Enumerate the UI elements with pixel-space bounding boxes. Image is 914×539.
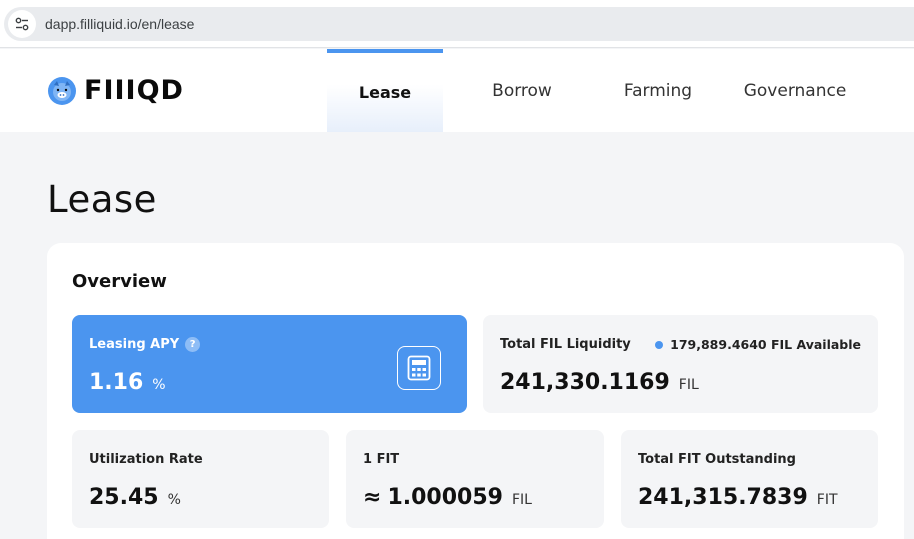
status-dot-icon bbox=[655, 340, 664, 349]
total-fil-liquidity-card: Total FIL Liquidity 179,889.4640 FIL Ava… bbox=[483, 315, 878, 413]
available-text: 179,889.4640 FIL Available bbox=[670, 337, 861, 352]
total-fit-outstanding-value-row: 241,315.7839 FIT bbox=[638, 485, 838, 510]
calculator-icon bbox=[407, 355, 431, 381]
address-field[interactable]: dapp.filliquid.io/en/lease bbox=[4, 7, 914, 41]
utilization-rate-label: Utilization Rate bbox=[89, 452, 203, 467]
nav-tab-governance[interactable]: Governance bbox=[733, 49, 857, 132]
nav-tab-farming[interactable]: Farming bbox=[602, 49, 714, 132]
leasing-apy-label: Leasing APY bbox=[89, 337, 180, 352]
brand-wordmark: FIIIQD bbox=[84, 75, 184, 106]
nav-tab-lease[interactable]: Lease bbox=[327, 49, 443, 132]
url-text: dapp.filliquid.io/en/lease bbox=[45, 16, 195, 32]
total-fil-liquidity-value-row: 241,330.1169 FIL bbox=[500, 370, 699, 395]
fit-rate-card: 1 FIT ≈ 1.000059 FIL bbox=[346, 430, 604, 528]
browser-url-bar: dapp.filliquid.io/en/lease bbox=[0, 0, 914, 48]
leasing-apy-value: 1.16 bbox=[89, 370, 144, 395]
total-fit-outstanding-unit: FIT bbox=[816, 492, 838, 508]
total-fit-outstanding-card: Total FIT Outstanding 241,315.7839 FIT bbox=[621, 430, 878, 528]
overview-panel: Overview Leasing APY? 1.16 % Total FIL L… bbox=[47, 243, 904, 539]
leasing-apy-value-row: 1.16 % bbox=[89, 370, 166, 395]
leasing-apy-label-row: Leasing APY? bbox=[89, 337, 201, 352]
fit-rate-unit: FIL bbox=[511, 492, 532, 508]
available-badge: 179,889.4640 FIL Available bbox=[655, 337, 861, 352]
app-header: FIIIQD Lease Borrow Farming Governance bbox=[0, 49, 914, 132]
total-fil-liquidity-value: 241,330.1169 bbox=[500, 370, 670, 395]
fit-rate-value: 1.000059 bbox=[387, 485, 503, 510]
total-fil-liquidity-unit: FIL bbox=[678, 377, 699, 393]
pig-logo-icon bbox=[48, 77, 76, 105]
leasing-apy-unit: % bbox=[152, 377, 166, 393]
utilization-rate-unit: % bbox=[167, 492, 181, 508]
utilization-rate-value: 25.45 bbox=[89, 485, 159, 510]
utilization-rate-card: Utilization Rate 25.45 % bbox=[72, 430, 329, 528]
fit-rate-label: 1 FIT bbox=[363, 452, 400, 467]
approx-symbol: ≈ bbox=[363, 485, 382, 510]
brand-logo[interactable]: FIIIQD bbox=[47, 76, 184, 106]
help-icon[interactable]: ? bbox=[185, 337, 201, 352]
nav-tab-borrow[interactable]: Borrow bbox=[466, 49, 578, 132]
total-fit-outstanding-label: Total FIT Outstanding bbox=[638, 452, 796, 467]
leasing-apy-card: Leasing APY? 1.16 % bbox=[72, 315, 467, 413]
total-fit-outstanding-value: 241,315.7839 bbox=[638, 485, 808, 510]
total-fil-liquidity-label: Total FIL Liquidity bbox=[500, 337, 631, 352]
utilization-rate-value-row: 25.45 % bbox=[89, 485, 181, 510]
calculator-button[interactable] bbox=[397, 346, 441, 390]
overview-title: Overview bbox=[72, 271, 167, 292]
site-settings-icon[interactable] bbox=[8, 10, 36, 38]
fit-rate-value-row: ≈ 1.000059 FIL bbox=[363, 485, 532, 510]
page-title: Lease bbox=[47, 178, 157, 221]
